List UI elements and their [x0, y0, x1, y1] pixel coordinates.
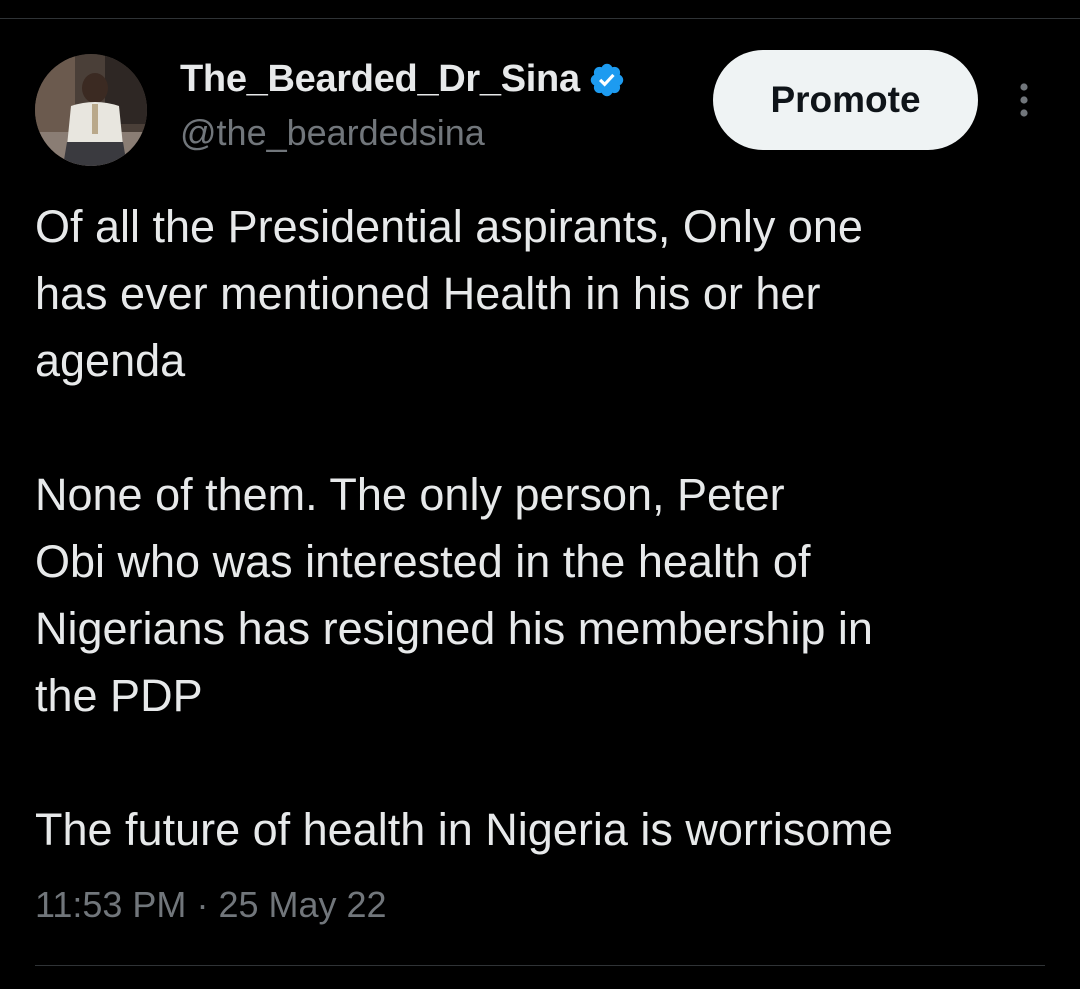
tweet-date[interactable]: 25 May 22 — [218, 884, 386, 925]
tweet-line: Nigerians has resigned his membership in — [35, 603, 873, 654]
tweet-line: Of all the Presidential aspirants, Only … — [35, 201, 863, 252]
top-divider — [0, 18, 1080, 19]
verified-badge-icon — [588, 61, 626, 99]
tweet-paragraph: The future of health in Nigeria is worri… — [35, 796, 1055, 863]
profile-photo-icon — [35, 54, 147, 166]
author-name-row[interactable]: The_Bearded_Dr_Sina — [180, 58, 626, 101]
tweet-paragraph: None of them. The only person, Peter Obi… — [35, 461, 1055, 729]
tweet-text: Of all the Presidential aspirants, Only … — [35, 193, 1055, 863]
avatar[interactable] — [35, 54, 147, 166]
tweet-line: agenda — [35, 335, 186, 386]
meta-separator: · — [196, 884, 209, 925]
tweet-line: Obi who was interested in the health of — [35, 536, 811, 587]
author-handle[interactable]: @the_beardedsina — [180, 112, 485, 154]
tweet-line: None of them. The only person, Peter — [35, 469, 785, 520]
bottom-divider — [35, 965, 1045, 966]
tweet-line: the PDP — [35, 670, 203, 721]
promote-button[interactable]: Promote — [713, 50, 978, 150]
more-options-icon[interactable] — [1008, 80, 1040, 120]
tweet-line: has ever mentioned Health in his or her — [35, 268, 821, 319]
tweet-paragraph: Of all the Presidential aspirants, Only … — [35, 193, 1055, 394]
tweet-timestamp[interactable]: 11:53 PM · 25 May 22 — [35, 884, 387, 926]
tweet-line: The future of health in Nigeria is worri… — [35, 804, 893, 855]
author-display-name[interactable]: The_Bearded_Dr_Sina — [180, 58, 580, 101]
tweet-time[interactable]: 11:53 PM — [35, 884, 186, 925]
